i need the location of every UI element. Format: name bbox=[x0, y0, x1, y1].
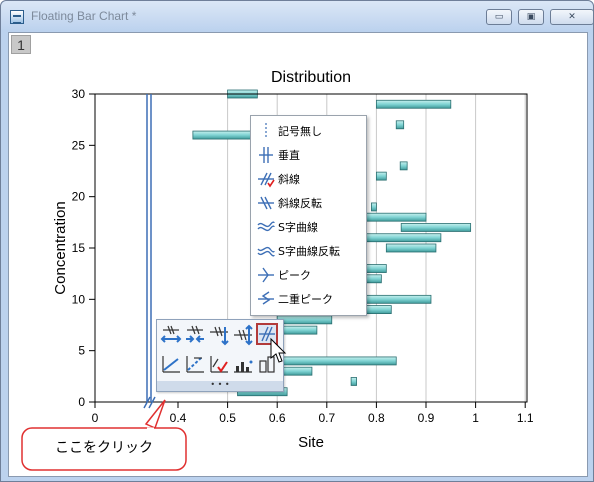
menu-item-label: 二重ピーク bbox=[278, 293, 333, 306]
slash-break-icon bbox=[258, 172, 275, 188]
menu-item-reverse-slash[interactable]: 斜線反転 bbox=[251, 191, 366, 215]
x-tick-label[interactable]: 0 bbox=[92, 411, 99, 425]
menu-item-label: ピーク bbox=[278, 269, 311, 282]
y-axis-ticks[interactable]: 0 5 10 15 20 25 30 bbox=[72, 87, 95, 409]
x-tick-label[interactable]: 0.8 bbox=[368, 411, 385, 425]
x-tick-label[interactable]: 1.1 bbox=[517, 411, 534, 425]
axis-break[interactable] bbox=[143, 94, 156, 409]
menu-item-label: S字曲線反転 bbox=[278, 245, 340, 258]
axis-break-settings-icon[interactable] bbox=[208, 353, 230, 375]
floating-bar[interactable] bbox=[375, 99, 452, 109]
x-axis-title[interactable]: Site bbox=[298, 434, 324, 451]
axis-mini-toolbar: • • • bbox=[156, 319, 284, 392]
no-symbol-icon bbox=[265, 123, 267, 139]
peak-break-icon bbox=[258, 267, 274, 283]
menu-item-peak[interactable]: ピーク bbox=[251, 263, 366, 287]
menu-item-no-symbol[interactable]: 記号無し bbox=[251, 119, 366, 143]
double-peak-break-icon bbox=[258, 291, 274, 305]
y-tick-label[interactable]: 20 bbox=[72, 190, 86, 204]
menu-item-label: 記号無し bbox=[278, 125, 322, 138]
s-curve-break-icon bbox=[257, 221, 275, 232]
y-tick-label[interactable]: 30 bbox=[72, 87, 86, 101]
menu-item-label: S字曲線 bbox=[278, 221, 318, 234]
axis-break-symbol-menu: 記号無し 垂直 斜線 斜線反転 S字曲線 S字曲線反転 ピーク 二重ピーク bbox=[250, 115, 367, 316]
floating-bar[interactable] bbox=[276, 356, 397, 366]
axis-line-icon[interactable] bbox=[160, 353, 182, 375]
x-tick-label[interactable]: 0.7 bbox=[318, 411, 335, 425]
reverse-s-curve-break-icon bbox=[257, 246, 275, 257]
axis-scale-icon[interactable] bbox=[184, 353, 206, 375]
floating-bar[interactable] bbox=[371, 202, 377, 212]
x-tick-label[interactable]: 0.5 bbox=[219, 411, 236, 425]
axis-more-icon[interactable] bbox=[256, 353, 278, 375]
break-direction-icon[interactable] bbox=[208, 324, 230, 346]
tick-label-icon[interactable] bbox=[232, 353, 254, 375]
menu-item-slash[interactable]: 斜線 bbox=[251, 167, 366, 191]
floating-bar[interactable] bbox=[399, 161, 408, 171]
reverse-slash-break-icon bbox=[258, 196, 274, 210]
x-tick-label[interactable]: 0.6 bbox=[269, 411, 286, 425]
floating-bar[interactable] bbox=[400, 223, 472, 232]
y-axis-title[interactable]: Concentration bbox=[52, 201, 69, 294]
x-tick-label[interactable]: 1 bbox=[472, 411, 479, 425]
x-tick-label[interactable]: 0.4 bbox=[170, 411, 187, 425]
floating-bar[interactable] bbox=[375, 171, 387, 181]
y-tick-label[interactable]: 10 bbox=[72, 292, 86, 306]
toolbar-grip[interactable]: • • • bbox=[157, 381, 283, 391]
callout-pointer bbox=[144, 399, 166, 430]
vertical-break-icon bbox=[259, 147, 273, 163]
floating-bar[interactable] bbox=[395, 120, 405, 130]
y-tick-label[interactable]: 5 bbox=[78, 344, 85, 358]
menu-item-double-peak[interactable]: 二重ピーク bbox=[251, 287, 366, 311]
menu-item-label: 斜線 bbox=[278, 173, 300, 186]
floating-bar[interactable] bbox=[276, 315, 333, 325]
x-tick-label[interactable]: 0.9 bbox=[418, 411, 435, 425]
floating-bar[interactable] bbox=[350, 377, 357, 386]
chart-title[interactable]: Distribution bbox=[271, 69, 351, 86]
break-gap-icon[interactable] bbox=[184, 324, 206, 346]
menu-item-reverse-s-curve[interactable]: S字曲線反転 bbox=[251, 239, 366, 263]
y-tick-label[interactable]: 0 bbox=[78, 395, 85, 409]
menu-item-label: 斜線反転 bbox=[278, 197, 322, 210]
y-tick-label[interactable]: 25 bbox=[72, 138, 86, 152]
floating-bar[interactable] bbox=[385, 243, 437, 253]
y-tick-label[interactable]: 15 bbox=[72, 241, 86, 255]
break-arrow-icon[interactable] bbox=[232, 324, 254, 346]
menu-item-s-curve[interactable]: S字曲線 bbox=[251, 215, 366, 239]
break-symbol-button[interactable] bbox=[256, 323, 278, 345]
menu-item-label: 垂直 bbox=[278, 149, 300, 162]
menu-item-vertical[interactable]: 垂直 bbox=[251, 143, 366, 167]
callout-text: ここをクリック bbox=[55, 440, 153, 456]
break-position-icon[interactable] bbox=[160, 324, 182, 346]
slash-break-icon bbox=[259, 326, 275, 342]
